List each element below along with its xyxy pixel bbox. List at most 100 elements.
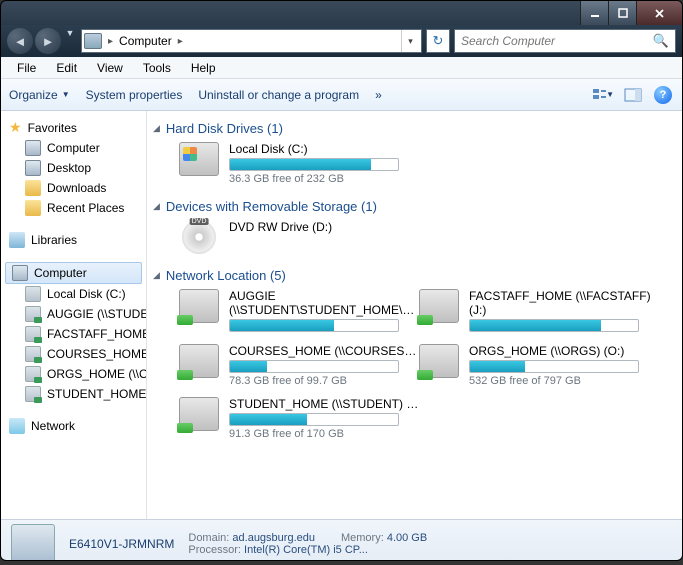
drive-courses[interactable]: COURSES_HOME (\\COURSES) (K:) 78.3 GB fr… <box>179 344 419 387</box>
drive-label: COURSES_HOME (\\COURSES) (K:) <box>229 344 419 358</box>
section-hdd-label: Hard Disk Drives (1) <box>166 121 283 136</box>
drive-free-text: 532 GB free of 797 GB <box>469 375 659 387</box>
drive-auggie[interactable]: AUGGIE (\\STUDENT\STUDENT_HOME\A... <box>179 289 419 334</box>
drive-label: STUDENT_HOME (\\STUDENT) (S:) <box>229 397 419 411</box>
navigation-bar: ◄ ► ▼ ▸ Computer ▸ ▾ ↻ 🔍 <box>1 25 682 57</box>
drive-sublabel: (J:) <box>469 303 659 317</box>
sidebar-item-computer[interactable]: Computer <box>1 138 146 158</box>
libraries-icon <box>9 232 25 248</box>
help-button[interactable]: ? <box>652 84 674 106</box>
minimize-button[interactable] <box>580 1 608 25</box>
address-bar[interactable]: ▸ Computer ▸ ▾ <box>81 29 422 53</box>
memory-label: Memory: <box>341 532 384 544</box>
sidebar-item-orgs[interactable]: ORGS_HOME (\\ORGS) (… <box>1 364 146 384</box>
section-hdd[interactable]: ◢ Hard Disk Drives (1) <box>153 121 678 136</box>
more-commands-button[interactable]: » <box>375 88 382 102</box>
sidebar-item-facstaff[interactable]: FACSTAFF_HOME (\\FACST… <box>1 324 146 344</box>
sidebar-favorites-header[interactable]: ★ Favorites <box>1 117 146 138</box>
search-box[interactable]: 🔍 <box>454 29 676 53</box>
folder-icon <box>25 180 41 196</box>
address-dropdown[interactable]: ▾ <box>401 30 419 52</box>
uninstall-button[interactable]: Uninstall or change a program <box>198 88 359 102</box>
sidebar-item-courses[interactable]: COURSES_HOME (\\COUR… <box>1 344 146 364</box>
capacity-bar <box>469 319 639 332</box>
sidebar-network-header[interactable]: Network <box>1 416 146 436</box>
network-drive-icon <box>25 346 41 362</box>
drive-local-disk[interactable]: Local Disk (C:) 36.3 GB free of 232 GB <box>179 142 419 185</box>
sidebar-item-student[interactable]: STUDENT_HOME (\\STU… <box>1 384 146 404</box>
collapse-icon: ◢ <box>153 123 160 134</box>
sidebar-item-auggie[interactable]: AUGGIE (\\STUDENT\STUDENT_… <box>1 304 146 324</box>
capacity-bar <box>229 360 399 373</box>
sidebar-favorites-label: Favorites <box>28 121 77 135</box>
capacity-bar <box>229 319 399 332</box>
network-drive-icon <box>179 289 219 323</box>
sidebar-item-local-disk[interactable]: Local Disk (C:) <box>1 284 146 304</box>
search-icon: 🔍 <box>653 33 669 49</box>
network-drive-icon <box>179 397 219 431</box>
breadcrumb-root-arrow[interactable]: ▸ <box>106 36 115 47</box>
titlebar[interactable] <box>1 1 682 25</box>
refresh-button[interactable]: ↻ <box>426 29 450 53</box>
section-network[interactable]: ◢ Network Location (5) <box>153 268 678 283</box>
maximize-button[interactable] <box>608 1 636 25</box>
memory-value: 4.00 GB <box>387 532 427 544</box>
details-pane: E6410V1-JRMNRM Domain: ad.augsburg.edu M… <box>1 519 682 561</box>
search-input[interactable] <box>461 34 653 48</box>
drive-student[interactable]: STUDENT_HOME (\\STUDENT) (S:) 91.3 GB fr… <box>179 397 419 440</box>
domain-value: ad.augsburg.edu <box>232 532 315 544</box>
drive-facstaff[interactable]: FACSTAFF_HOME (\\FACSTAFF) (J:) <box>419 289 659 334</box>
organize-button[interactable]: Organize▼ <box>9 88 70 102</box>
drive-label: DVD RW Drive (D:) <box>229 220 419 234</box>
menu-view[interactable]: View <box>87 59 133 77</box>
processor-label: Processor: <box>188 544 241 556</box>
breadcrumb-computer[interactable]: Computer <box>115 34 176 48</box>
drive-label: ORGS_HOME (\\ORGS) (O:) <box>469 344 659 358</box>
network-drive-icon <box>25 386 41 402</box>
breadcrumb-arrow[interactable]: ▸ <box>176 36 185 47</box>
drive-free-text: 78.3 GB free of 99.7 GB <box>229 375 419 387</box>
sidebar-libraries-header[interactable]: Libraries <box>1 230 146 250</box>
menu-file[interactable]: File <box>7 59 46 77</box>
computer-icon <box>25 140 41 156</box>
computer-icon <box>12 265 28 281</box>
network-drive-icon <box>25 306 41 322</box>
section-removable[interactable]: ◢ Devices with Removable Storage (1) <box>153 199 678 214</box>
drive-free-text: 36.3 GB free of 232 GB <box>229 173 419 185</box>
preview-pane-button[interactable] <box>622 84 644 106</box>
section-removable-label: Devices with Removable Storage (1) <box>166 199 377 214</box>
menu-bar: File Edit View Tools Help <box>1 57 682 79</box>
network-drive-icon <box>419 289 459 323</box>
sidebar-item-desktop[interactable]: Desktop <box>1 158 146 178</box>
back-button[interactable]: ◄ <box>7 28 33 54</box>
capacity-bar <box>229 413 399 426</box>
drive-free-text: 91.3 GB free of 170 GB <box>229 428 419 440</box>
view-options-button[interactable]: ▼ <box>592 84 614 106</box>
sidebar-item-downloads[interactable]: Downloads <box>1 178 146 198</box>
sidebar-item-recent[interactable]: Recent Places <box>1 198 146 218</box>
drive-dvd[interactable]: DVD RW Drive (D:) <box>179 220 419 254</box>
menu-edit[interactable]: Edit <box>46 59 87 77</box>
network-icon <box>9 418 25 434</box>
sidebar-computer-header[interactable]: Computer <box>5 262 142 284</box>
sidebar-computer-label: Computer <box>34 266 87 280</box>
drive-label: Local Disk (C:) <box>229 142 419 156</box>
menu-tools[interactable]: Tools <box>133 59 181 77</box>
menu-help[interactable]: Help <box>181 59 226 77</box>
folder-icon <box>25 200 41 216</box>
sidebar-libraries-label: Libraries <box>31 233 77 247</box>
system-properties-button[interactable]: System properties <box>86 88 183 102</box>
help-icon: ? <box>654 86 672 104</box>
disk-icon <box>25 286 41 302</box>
hard-disk-icon <box>179 142 219 176</box>
computer-large-icon <box>11 524 55 562</box>
computer-name: E6410V1-JRMNRM <box>69 537 174 551</box>
capacity-bar <box>469 360 639 373</box>
domain-label: Domain: <box>188 532 229 544</box>
drive-label: FACSTAFF_HOME (\\FACSTAFF) <box>469 289 659 303</box>
forward-button[interactable]: ► <box>35 28 61 54</box>
history-dropdown[interactable]: ▼ <box>63 28 77 54</box>
capacity-bar <box>229 158 399 171</box>
drive-orgs[interactable]: ORGS_HOME (\\ORGS) (O:) 532 GB free of 7… <box>419 344 659 387</box>
close-button[interactable] <box>636 1 682 25</box>
